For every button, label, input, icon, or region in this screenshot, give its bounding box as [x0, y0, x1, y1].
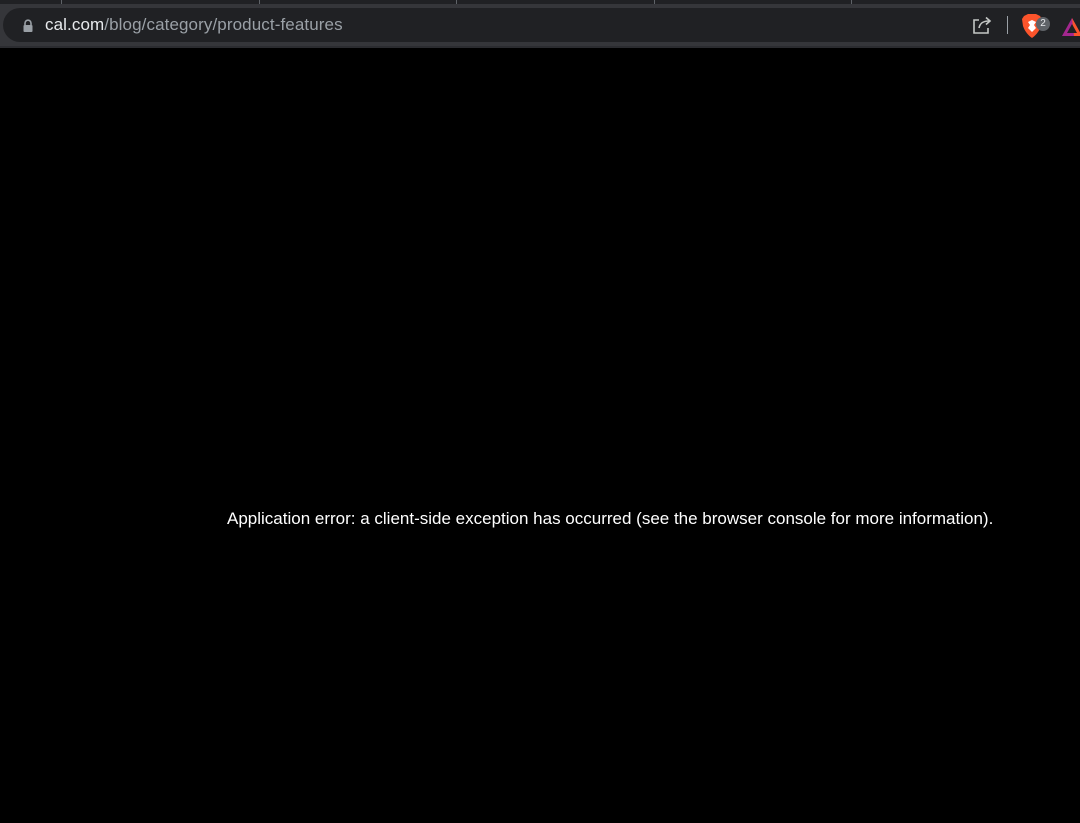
shields-count-badge: 2 — [1036, 17, 1050, 31]
browser-toolbar: cal.com/blog/category/product-features 2 — [0, 4, 1080, 48]
address-bar[interactable]: cal.com/blog/category/product-features 2 — [3, 8, 1080, 42]
toolbar-divider — [1007, 16, 1008, 34]
url-host: cal.com — [45, 15, 105, 34]
brave-rewards-icon[interactable] — [1061, 17, 1080, 37]
page-content: Application error: a client-side excepti… — [0, 48, 1080, 823]
url-path: /blog/category/product-features — [104, 15, 343, 34]
browser-chrome: cal.com/blog/category/product-features 2 — [0, 0, 1080, 48]
application-error-message: Application error: a client-side excepti… — [227, 509, 994, 528]
lock-icon[interactable] — [21, 19, 35, 33]
url-text[interactable]: cal.com/blog/category/product-features — [45, 8, 343, 42]
share-icon[interactable] — [971, 15, 993, 35]
